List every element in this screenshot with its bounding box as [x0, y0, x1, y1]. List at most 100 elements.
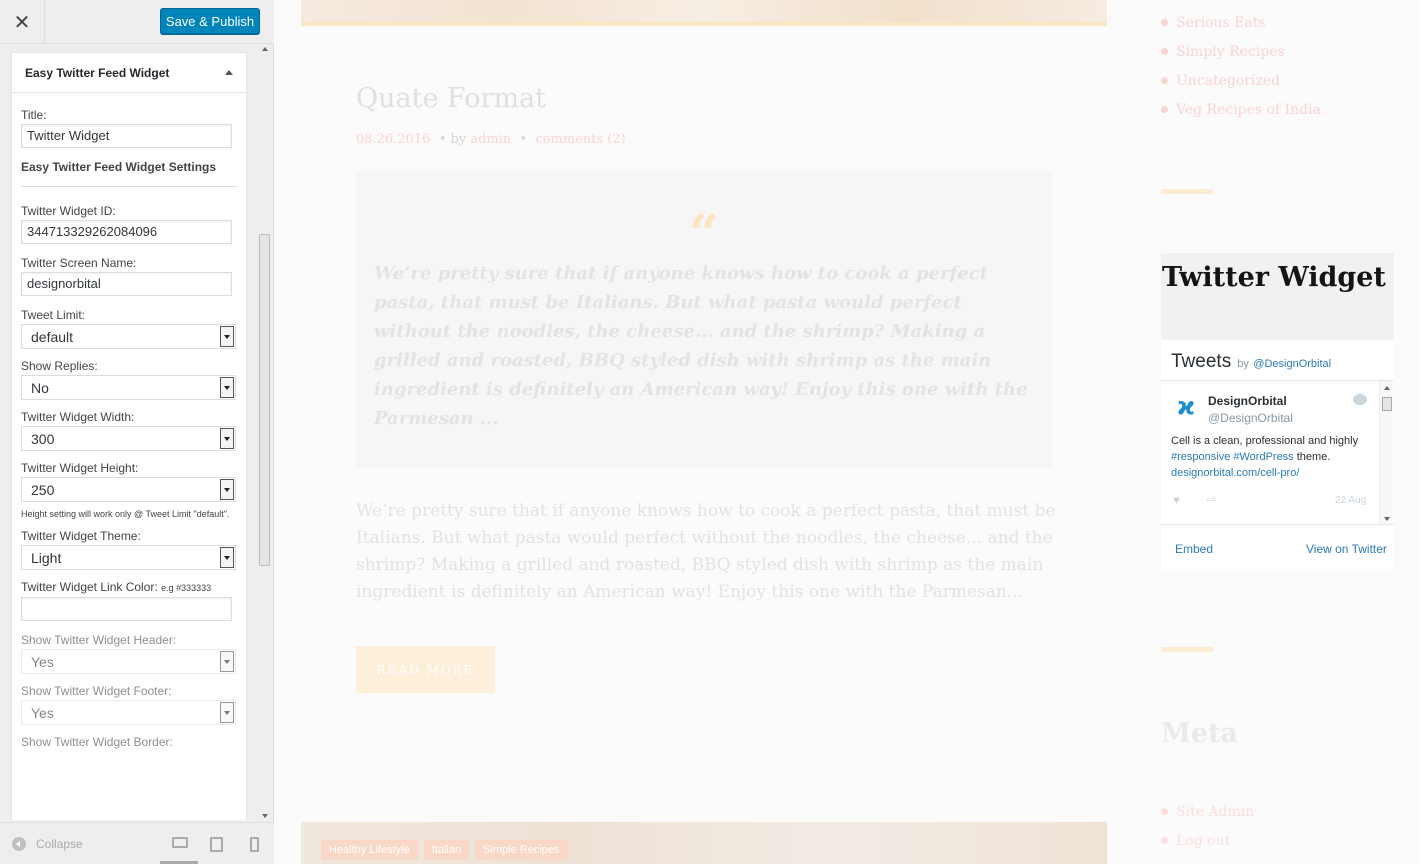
width-label: Twitter Widget Width:: [21, 410, 135, 424]
tablet-icon[interactable]: [210, 837, 223, 852]
title-input[interactable]: Twitter Widget: [21, 124, 232, 148]
widget-id-input[interactable]: 344713329262084096: [21, 220, 232, 244]
twitter-bird-icon[interactable]: [1353, 394, 1367, 405]
feed-scrollbar[interactable]: [1379, 381, 1393, 524]
mobile-icon[interactable]: [250, 837, 259, 852]
category-link[interactable]: Simply Recipes: [1161, 37, 1321, 66]
widget-panel-title: Easy Twitter Feed Widget: [25, 65, 170, 80]
footer-value: Yes: [31, 705, 54, 721]
link-color-label: Twitter Widget Link Color: e.g #333333: [21, 580, 237, 595]
theme-value: Light: [31, 550, 62, 566]
site-preview: Quate Format 08.26.2016 • by admin • com…: [275, 0, 1419, 864]
collapse-label: Collapse: [36, 837, 83, 851]
tweet-link[interactable]: designorbital.com/cell-pro/: [1171, 467, 1299, 479]
share-icon[interactable]: ⇨: [1207, 492, 1217, 506]
settings-heading: Easy Twitter Feed Widget Settings: [21, 160, 237, 187]
tweets-by-line: by @DesignOrbital: [1237, 354, 1331, 372]
tweet-date[interactable]: 22 Aug: [1335, 495, 1366, 506]
tag[interactable]: Healthy Lifestyle: [321, 840, 418, 860]
save-publish-button[interactable]: Save & Publish: [160, 8, 260, 34]
post-author[interactable]: admin: [470, 132, 511, 147]
scroll-up-icon[interactable]: [262, 47, 268, 51]
link-color-label-text: Twitter Widget Link Color:: [21, 580, 158, 594]
twitter-feed[interactable]: ϰ DesignOrbital @DesignOrbital Cell is a…: [1161, 380, 1394, 525]
timeline-handle-link[interactable]: @DesignOrbital: [1253, 358, 1331, 370]
dropdown-arrow-icon[interactable]: [220, 547, 234, 568]
heart-icon[interactable]: ♥: [1173, 493, 1180, 507]
read-more-button[interactable]: READ MORE: [356, 646, 495, 693]
embed-link[interactable]: Embed: [1175, 542, 1213, 556]
height-note: Height setting will work only @ Tweet Li…: [21, 509, 230, 519]
widget-controls-scroll[interactable]: Easy Twitter Feed Widget Title: Twitter …: [0, 45, 274, 820]
screen-name-input[interactable]: designorbital: [21, 272, 232, 296]
dropdown-arrow-icon[interactable]: [220, 479, 234, 500]
footer-select[interactable]: Yes: [21, 700, 236, 725]
widget-divider: [1161, 189, 1213, 194]
post-excerpt: We’re pretty sure that if anyone knows h…: [356, 501, 1056, 602]
log-out-link[interactable]: Log out: [1161, 826, 1254, 855]
tweet-author-name[interactable]: DesignOrbital: [1208, 394, 1287, 408]
screen-name-label: Twitter Screen Name:: [21, 256, 137, 270]
dropdown-arrow-icon[interactable]: [220, 702, 234, 723]
post-by: • by: [438, 132, 467, 147]
quote-block: “ We’re pretty sure that if anyone knows…: [356, 171, 1052, 468]
category-link[interactable]: Uncategorized: [1161, 66, 1321, 95]
dropdown-arrow-icon[interactable]: [220, 428, 234, 449]
scrollbar-thumb[interactable]: [259, 234, 270, 566]
dropdown-arrow-icon[interactable]: [220, 377, 234, 398]
tweets-by: by: [1237, 358, 1249, 370]
collapse-button[interactable]: Collapse: [12, 837, 83, 851]
collapse-arrow-icon[interactable]: [225, 70, 233, 75]
widget-divider: [1161, 647, 1213, 652]
show-replies-select[interactable]: No: [21, 375, 236, 400]
height-label: Twitter Widget Height:: [21, 461, 139, 475]
sidebar-scrollbar[interactable]: [258, 45, 272, 820]
twitter-timeline-header: Tweets by @DesignOrbital: [1171, 351, 1331, 373]
quote-icon: “: [689, 204, 719, 265]
theme-select[interactable]: Light: [21, 545, 236, 570]
scroll-down-icon[interactable]: [262, 814, 268, 818]
widget-id-label: Twitter Widget ID:: [21, 204, 116, 218]
twitter-widget-title: Twitter Widget: [1162, 262, 1386, 293]
close-button[interactable]: ✕: [0, 0, 45, 44]
link-color-input[interactable]: [21, 597, 232, 621]
twitter-widget: Twitter Widget Tweets by @DesignOrbital …: [1161, 253, 1394, 570]
designorbital-avatar[interactable]: ϰ: [1173, 392, 1199, 420]
footer-label: Show Twitter Widget Footer:: [21, 684, 172, 698]
category-link[interactable]: Serious Eats: [1161, 8, 1321, 37]
height-select[interactable]: 250: [21, 477, 236, 502]
widget-panel: Easy Twitter Feed Widget Title: Twitter …: [11, 52, 247, 820]
scroll-down-icon[interactable]: [1384, 517, 1390, 521]
site-admin-link[interactable]: Site Admin: [1161, 797, 1254, 826]
post-date[interactable]: 08.26.2016: [356, 132, 430, 147]
header-select[interactable]: Yes: [21, 649, 236, 674]
dropdown-arrow-icon[interactable]: [220, 651, 234, 672]
show-replies-value: No: [31, 380, 49, 396]
scroll-up-icon[interactable]: [1384, 386, 1390, 390]
customizer-header: ✕ Save & Publish: [0, 0, 274, 44]
tag[interactable]: Italian: [423, 840, 470, 860]
show-replies-label: Show Replies:: [21, 359, 98, 373]
categories-list: Serious Eats Simply Recipes Uncategorize…: [1161, 8, 1321, 124]
tweet-limit-select[interactable]: default: [21, 324, 236, 349]
tweet-author-handle[interactable]: @DesignOrbital: [1208, 411, 1293, 425]
header-label: Show Twitter Widget Header:: [21, 633, 177, 647]
tweet-limit-label: Tweet Limit:: [21, 308, 86, 322]
border-label: Show Twitter Widget Border:: [21, 735, 173, 749]
view-on-twitter-link[interactable]: View on Twitter: [1306, 542, 1387, 556]
category-link[interactable]: Veg Recipes of India: [1161, 95, 1321, 124]
post-image: [301, 0, 1107, 22]
post-title[interactable]: Quate Format: [356, 83, 546, 114]
desktop-icon[interactable]: [172, 837, 188, 848]
scrollbar-thumb[interactable]: [1382, 397, 1392, 411]
dropdown-arrow-icon[interactable]: [220, 326, 234, 347]
widget-panel-header[interactable]: Easy Twitter Feed Widget: [12, 53, 246, 93]
tweet-limit-value: default: [31, 329, 74, 345]
width-select[interactable]: 300: [21, 426, 236, 451]
tag[interactable]: Simple Recipes: [475, 840, 568, 860]
post-comments[interactable]: comments (2): [535, 132, 625, 147]
link-color-hint: e.g #333333: [161, 583, 212, 593]
header-value: Yes: [31, 654, 54, 670]
tweet-hashtags[interactable]: #responsive #WordPress: [1171, 451, 1294, 463]
title-label: Title:: [21, 108, 47, 122]
